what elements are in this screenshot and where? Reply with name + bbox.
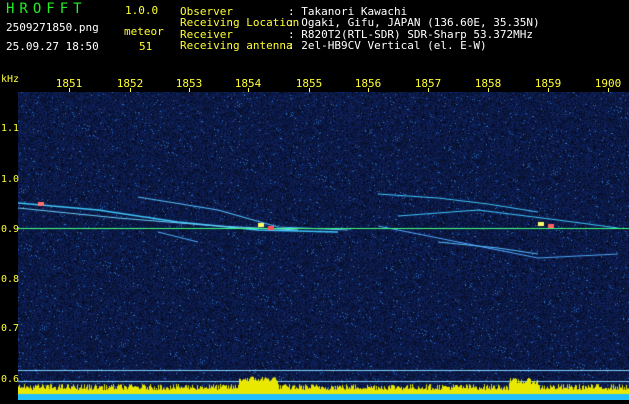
frequency-unit-label: kHz (1, 74, 20, 85)
frequency-tick-label: 0.7 (1, 323, 20, 334)
frequency-tick-label: 1.1 (1, 123, 20, 134)
app-version: 1.0.0 (125, 4, 159, 17)
antenna-value: : 2el-HB9CV Vertical (el. E-W) (288, 39, 487, 52)
app-name: HROFFT (6, 1, 87, 17)
meteor-label: meteor (124, 25, 164, 38)
header-panel: HROFFT 1.0.0 2509271850.png 25.09.27 18:… (0, 0, 629, 76)
meteor-count: 51 (139, 40, 153, 53)
file-name: 2509271850.png (6, 21, 99, 34)
file-datetime: 25.09.27 18:50 (6, 40, 99, 53)
frequency-tick-label: 0.8 (1, 274, 20, 285)
frequency-tick-label: 0.6 (1, 374, 20, 385)
spectrogram-plot (18, 92, 629, 400)
frequency-tick-label: 0.9 (1, 224, 20, 235)
antenna-label: Receiving antenna (180, 39, 293, 52)
frequency-tick-label: 1.0 (1, 174, 20, 185)
spectrogram-canvas (18, 92, 629, 400)
